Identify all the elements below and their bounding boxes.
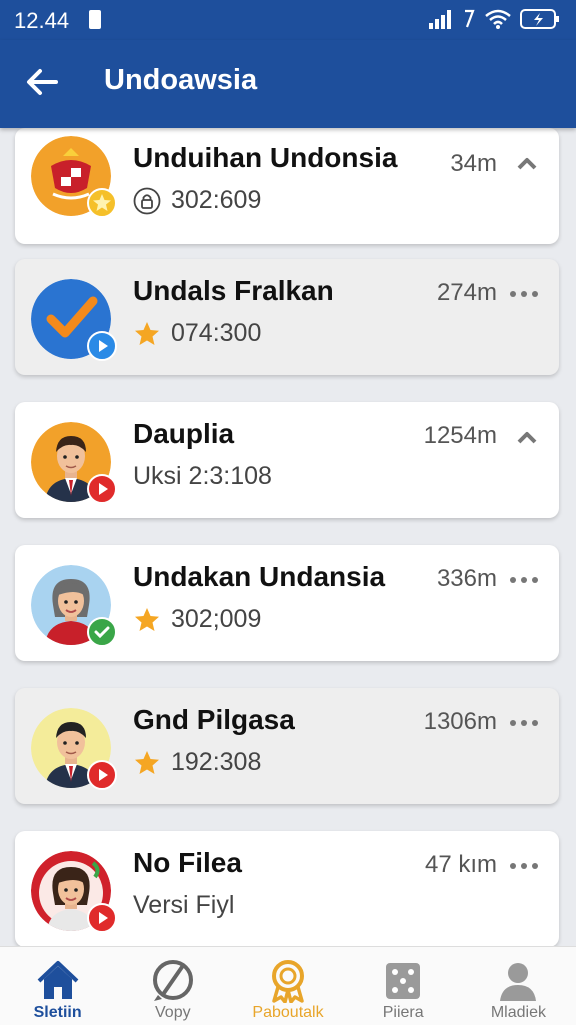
profile-icon	[500, 963, 537, 1001]
play-badge-icon	[87, 903, 117, 933]
nav-item-paboutalk[interactable]: Paboutalk	[230, 947, 345, 1025]
item-code: 074:300	[171, 319, 262, 347]
home-icon	[37, 961, 78, 999]
woman-avatar	[31, 565, 117, 647]
bottom-nav: Sletiin Vopy Paboutalk Piiera Mladiek	[0, 946, 576, 1025]
list-item[interactable]: Dauplia Uksi 2:3:108 1254m	[15, 402, 559, 518]
more-icon[interactable]	[509, 575, 539, 585]
item-code: 302;009	[171, 605, 262, 633]
signal-icon	[429, 10, 451, 29]
star-badge-icon	[87, 188, 117, 218]
list-item[interactable]: Undakan Undansia 302;009 336m	[15, 545, 559, 661]
result-list: Unduihan Undonsia 302:609 34m Undals Fra…	[0, 128, 576, 946]
star-icon	[135, 321, 159, 345]
item-subtitle: 302;009	[133, 605, 261, 634]
nav-item-mladiek[interactable]: Mladiek	[461, 947, 576, 1025]
nav-label: Paboutalk	[252, 1004, 324, 1021]
more-icon[interactable]	[509, 718, 539, 728]
nav-item-vopy[interactable]: Vopy	[115, 947, 230, 1025]
item-subtitle: 074:300	[133, 319, 261, 348]
item-subtitle: Versi Fiyl	[133, 891, 234, 920]
nav-label: Mladiek	[490, 1004, 546, 1021]
item-title: Dauplia	[133, 418, 235, 449]
item-distance: 274m	[436, 279, 497, 306]
item-distance: 1306m	[423, 708, 497, 735]
item-distance: 336m	[436, 565, 497, 592]
item-title: Unduihan Undonsia	[133, 142, 398, 173]
play-badge-icon	[87, 474, 117, 504]
item-title: Gnd Pilgasa	[133, 704, 295, 735]
item-subtitle: 192:308	[133, 748, 261, 777]
item-subtitle: Uksi 2:3:108	[133, 462, 272, 491]
item-code: Uksi 2:3:108	[133, 462, 272, 490]
nav-label: Piiera	[382, 1004, 424, 1021]
lock-icon	[133, 187, 161, 214]
dice-icon	[386, 963, 421, 999]
play-badge-icon	[87, 331, 117, 361]
item-title: Undakan Undansia	[133, 561, 386, 592]
item-title: No Filea	[133, 847, 242, 878]
list-item[interactable]: No Filea Versi Fiyl 47 kım	[15, 831, 559, 946]
item-code: 192:308	[171, 748, 262, 776]
more-icon[interactable]	[509, 289, 539, 299]
data-icon	[465, 9, 475, 28]
check-badge-icon	[87, 617, 117, 647]
star-icon	[135, 607, 159, 631]
checkmark-avatar	[31, 279, 117, 361]
item-code: Versi Fiyl	[133, 891, 235, 919]
item-distance: 34m	[450, 150, 497, 177]
man-avatar	[31, 422, 117, 504]
status-bar: 12.44	[0, 0, 576, 40]
star-icon	[135, 750, 159, 774]
coat-of-arms-avatar	[31, 136, 117, 218]
status-time: 12.44	[14, 8, 70, 33]
item-distance: 1254m	[423, 422, 497, 449]
chevron-up-icon[interactable]	[515, 428, 539, 448]
chevron-up-icon[interactable]	[515, 154, 539, 174]
compass-icon	[152, 960, 193, 1001]
item-code: 302:609	[171, 186, 262, 214]
woman-avatar	[31, 851, 117, 933]
battery-icon	[520, 9, 559, 29]
battery-saver-icon	[89, 10, 101, 29]
item-subtitle: 302:609	[133, 186, 261, 215]
more-icon[interactable]	[509, 861, 539, 871]
award-icon	[272, 960, 304, 1003]
page-title: Undoawsia	[104, 64, 258, 96]
item-distance: 47 kım	[424, 851, 497, 878]
nav-label: Vopy	[155, 1004, 191, 1021]
play-badge-icon	[87, 760, 117, 790]
man-avatar	[31, 708, 117, 790]
status-icons	[429, 7, 560, 31]
wifi-icon	[485, 9, 511, 29]
list-item[interactable]: Gnd Pilgasa 192:308 1306m	[15, 688, 559, 804]
item-title: Undals Fralkan	[133, 275, 334, 306]
nav-label: Sletiin	[33, 1004, 82, 1021]
list-item[interactable]: Unduihan Undonsia 302:609 34m	[15, 128, 559, 244]
back-arrow-icon[interactable]	[22, 62, 62, 102]
list-item[interactable]: Undals Fralkan 074:300 274m	[15, 259, 559, 375]
nav-item-piiera[interactable]: Piiera	[346, 947, 461, 1025]
app-bar: Undoawsia	[0, 40, 576, 128]
nav-item-home[interactable]: Sletiin	[0, 947, 115, 1025]
